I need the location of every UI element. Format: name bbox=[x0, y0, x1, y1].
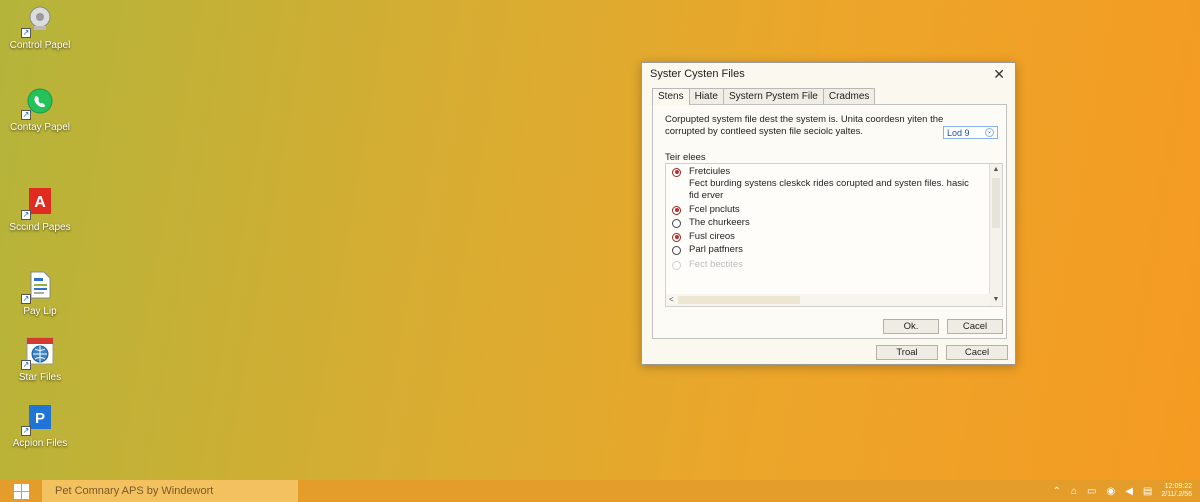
clock[interactable]: 12:09:22 2/11/.2/56 bbox=[1161, 483, 1192, 499]
tab-cradmes[interactable]: Cradmes bbox=[822, 88, 876, 104]
chevron-down-icon: ⌄ bbox=[985, 128, 994, 137]
message-icon[interactable]: ▤ bbox=[1143, 486, 1152, 497]
list-item-option-disabled: Fect bectites bbox=[672, 259, 743, 271]
whatsapp-icon: ↗ bbox=[21, 84, 57, 120]
taskbar: Pet Comnary APS by Windewort ⌃ ⌂ ▭ ◉ ◀ ▤… bbox=[0, 480, 1200, 502]
desktop-icon-label: Acpion Files bbox=[12, 438, 68, 449]
radio-button-checked[interactable] bbox=[672, 167, 681, 177]
acrobat-icon: A ↗ bbox=[21, 184, 57, 220]
chevron-up-icon[interactable]: ⌃ bbox=[1053, 486, 1061, 497]
scrollbar-thumb[interactable] bbox=[678, 296, 800, 304]
globe-calendar-icon: ↗ bbox=[21, 334, 57, 370]
volume-icon[interactable]: ◀ bbox=[1125, 486, 1133, 497]
svg-text:A: A bbox=[34, 194, 46, 211]
desktop-icon-label: Contay Papel bbox=[9, 122, 71, 133]
svg-text:P: P bbox=[35, 410, 45, 427]
clock-time: 12:09:22 bbox=[1164, 483, 1192, 490]
taskbar-search[interactable]: Pet Comnary APS by Windewort bbox=[42, 480, 298, 502]
scroll-up-icon[interactable]: ▲ bbox=[990, 164, 1002, 176]
radio-button-checked[interactable] bbox=[672, 205, 681, 215]
option-label: Fusl cireos bbox=[689, 231, 735, 242]
radio-button[interactable] bbox=[672, 245, 681, 255]
start-button[interactable] bbox=[0, 480, 42, 502]
tab-panel: Corpupted system file dest the system is… bbox=[652, 104, 1007, 339]
desktop-icon-acpion-files[interactable]: P ↗ Acpion Files bbox=[0, 400, 80, 449]
vertical-scrollbar[interactable]: ▲ ▼ bbox=[989, 164, 1002, 306]
desktop-icon-star-files[interactable]: ↗ Star Files bbox=[0, 334, 80, 383]
battery-icon[interactable]: ▭ bbox=[1087, 486, 1096, 497]
tab-system-file[interactable]: Systern Pystem File bbox=[722, 88, 824, 104]
radio-button-checked[interactable] bbox=[672, 232, 681, 242]
list-item-option[interactable]: The churkeers bbox=[672, 217, 750, 229]
scrollbar-thumb[interactable] bbox=[992, 178, 1000, 228]
system-tray: ⌃ ⌂ ▭ ◉ ◀ ▤ 12:09:22 2/11/.2/56 bbox=[1048, 480, 1200, 502]
tab-hiate[interactable]: Hiate bbox=[688, 88, 724, 104]
option-label: Fcel pncluts bbox=[689, 204, 740, 215]
dialog-description: Corpupted system file dest the system is… bbox=[665, 114, 944, 137]
list-item-option[interactable]: Fretciules Fect burding systens cleskck … bbox=[672, 166, 979, 202]
option-detail: Fect burding systens cleskck rides corup… bbox=[689, 178, 969, 201]
option-label: Parl patfners bbox=[689, 244, 743, 255]
desktop-icon-contay-panel[interactable]: ↗ Contay Papel bbox=[0, 84, 80, 133]
dialog-title: Syster Cysten Files bbox=[650, 68, 745, 80]
trial-button[interactable]: Troal bbox=[876, 345, 938, 360]
level-select[interactable]: Lod 9 ⌄ bbox=[943, 126, 998, 139]
ok-button[interactable]: Ok. bbox=[883, 319, 939, 334]
desktop-icon-sccind-papes[interactable]: A ↗ Sccind Papes bbox=[0, 184, 80, 233]
desktop-icon-pay-lip[interactable]: ↗ Pay Lip bbox=[0, 268, 80, 317]
cancel-button[interactable]: Cacel bbox=[947, 319, 1003, 334]
windows-icon bbox=[13, 483, 29, 499]
desktop-icon-label: Control Papel bbox=[9, 40, 71, 51]
desktop-icon-control-panel[interactable]: ↗ Control Papel bbox=[0, 2, 80, 51]
list-item-option[interactable]: Fusl cireos bbox=[672, 231, 735, 243]
level-select-value: Lod 9 bbox=[947, 127, 970, 138]
network-icon[interactable]: ⌂ bbox=[1071, 486, 1077, 497]
desktop-icon-label: Star Files bbox=[18, 372, 62, 383]
list-item-option[interactable]: Parl patfners bbox=[672, 244, 743, 256]
system-files-dialog: Syster Cysten Files ✕ Stens Hiate Syster… bbox=[641, 62, 1016, 365]
document-icon: ↗ bbox=[21, 268, 57, 304]
options-listbox[interactable]: Fretciules Fect burding systens cleskck … bbox=[665, 163, 1003, 307]
taskbar-search-text: Pet Comnary APS by Windewort bbox=[55, 485, 214, 497]
wifi-icon[interactable]: ◉ bbox=[1106, 486, 1115, 497]
publisher-icon: P ↗ bbox=[21, 400, 57, 436]
list-title: Teir elees bbox=[665, 152, 706, 163]
desktop-icon-label: Sccind Papes bbox=[9, 222, 71, 233]
dialog-titlebar[interactable]: Syster Cysten Files ✕ bbox=[642, 63, 1015, 85]
option-label: The churkeers bbox=[689, 217, 750, 228]
list-item-option[interactable]: Fcel pncluts bbox=[672, 204, 740, 216]
option-label: Fretciules bbox=[689, 166, 731, 177]
radio-button[interactable] bbox=[672, 218, 681, 228]
clock-date: 2/11/.2/56 bbox=[1161, 491, 1192, 498]
desktop-icon-label: Pay Lip bbox=[23, 306, 57, 317]
scroll-left-icon[interactable]: < bbox=[669, 294, 674, 306]
option-label: Fect bectites bbox=[689, 259, 743, 270]
radio-button-disabled bbox=[672, 260, 681, 270]
close-icon[interactable]: ✕ bbox=[993, 66, 1005, 83]
scroll-down-icon[interactable]: ▼ bbox=[990, 294, 1002, 306]
horizontal-scrollbar[interactable]: < bbox=[666, 294, 990, 306]
cancel-outer-button[interactable]: Cacel bbox=[946, 345, 1008, 360]
dialog-tabs: Stens Hiate Systern Pystem File Cradmes bbox=[652, 88, 876, 105]
tab-stens[interactable]: Stens bbox=[652, 88, 690, 105]
control-panel-icon: ↗ bbox=[21, 2, 57, 38]
